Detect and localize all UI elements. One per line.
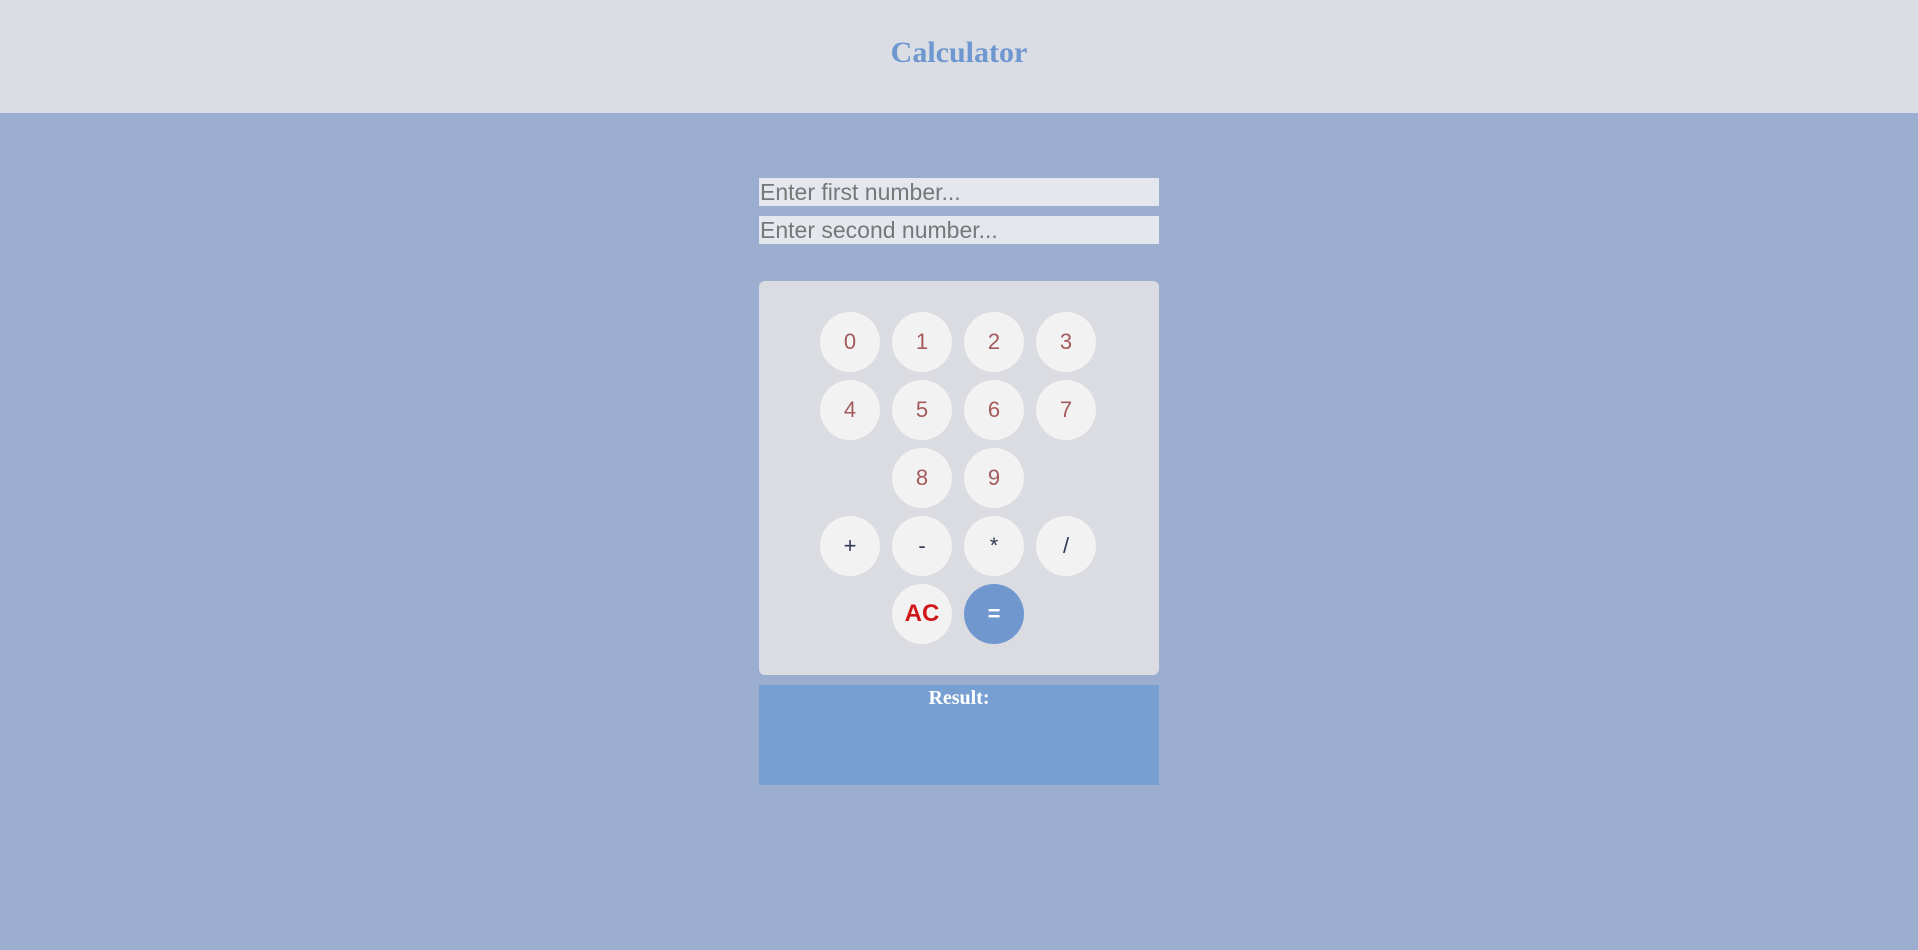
clear-button[interactable]: AC: [892, 584, 952, 644]
second-number-input[interactable]: [759, 216, 1159, 244]
digit-5-button[interactable]: 5: [892, 380, 952, 440]
first-number-input[interactable]: [759, 178, 1159, 206]
digit-2-button[interactable]: 2: [964, 312, 1024, 372]
subtract-button[interactable]: -: [892, 516, 952, 576]
digit-7-button[interactable]: 7: [1036, 380, 1096, 440]
keypad: 0 1 2 3 4 5 6 7 8 9 + - * / AC =: [759, 281, 1159, 675]
equals-button[interactable]: =: [964, 584, 1024, 644]
digit-1-button[interactable]: 1: [892, 312, 952, 372]
digit-8-button[interactable]: 8: [892, 448, 952, 508]
digit-0-button[interactable]: 0: [820, 312, 880, 372]
multiply-button[interactable]: *: [964, 516, 1024, 576]
header-bar: Calculator: [0, 0, 1918, 113]
digit-3-button[interactable]: 3: [1036, 312, 1096, 372]
digit-6-button[interactable]: 6: [964, 380, 1024, 440]
divide-button[interactable]: /: [1036, 516, 1096, 576]
result-panel: Result:: [759, 685, 1159, 785]
digit-9-button[interactable]: 9: [964, 448, 1024, 508]
digit-4-button[interactable]: 4: [820, 380, 880, 440]
result-label: Result:: [928, 687, 990, 709]
page-title: Calculator: [890, 36, 1028, 69]
add-button[interactable]: +: [820, 516, 880, 576]
